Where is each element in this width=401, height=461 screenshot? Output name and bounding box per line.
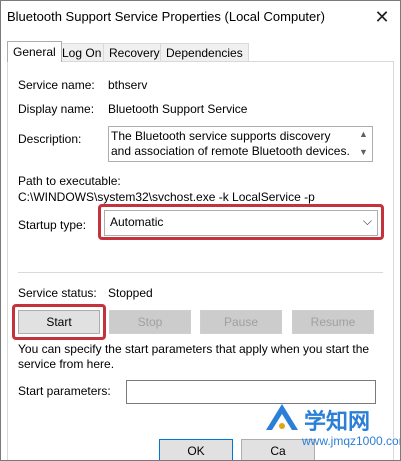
- start-params-label: Start parameters:: [18, 384, 111, 398]
- service-name-value: bthserv: [108, 78, 148, 92]
- startup-type-label: Startup type:: [18, 218, 87, 232]
- tab-general[interactable]: General: [7, 41, 62, 62]
- pause-button[interactable]: Pause: [200, 310, 282, 334]
- display-name-label: Display name:: [18, 102, 95, 116]
- path-label: Path to executable:: [18, 174, 121, 188]
- tab-log-on[interactable]: Log On: [56, 43, 108, 62]
- window-title: Bluetooth Support Service Properties (Lo…: [7, 9, 325, 24]
- service-status-value: Stopped: [108, 286, 153, 300]
- path-value: C:\WINDOWS\system32\svchost.exe -k Local…: [18, 190, 315, 204]
- stop-button[interactable]: Stop: [109, 310, 191, 334]
- startup-type-select[interactable]: Automatic ⌵: [104, 210, 378, 236]
- tab-dependencies[interactable]: Dependencies: [160, 43, 249, 62]
- title-bar: Bluetooth Support Service Properties (Lo…: [1, 1, 400, 33]
- start-button[interactable]: Start: [18, 310, 100, 334]
- watermark-logo-icon: [266, 404, 298, 430]
- ok-button[interactable]: OK: [159, 439, 233, 460]
- tab-recovery[interactable]: Recovery: [103, 43, 166, 62]
- display-name-value: Bluetooth Support Service: [108, 102, 248, 116]
- description-scrollbar[interactable]: ▲ ▼: [356, 127, 372, 161]
- properties-dialog: Bluetooth Support Service Properties (Lo…: [0, 0, 401, 461]
- resume-button[interactable]: Resume: [292, 310, 374, 334]
- service-name-label: Service name:: [18, 78, 95, 92]
- section-divider: [18, 272, 383, 273]
- close-icon[interactable]: ✕: [370, 5, 394, 29]
- watermark-url: www.jmqz1000.com: [302, 434, 401, 448]
- watermark-text: 学知网: [304, 409, 371, 434]
- description-box[interactable]: The Bluetooth service supports discovery…: [108, 126, 373, 162]
- service-status-label: Service status:: [18, 286, 97, 300]
- scroll-down-icon[interactable]: ▼: [359, 147, 368, 157]
- watermark: 学知网 www.jmqz1000.com: [262, 398, 400, 456]
- description-text: The Bluetooth service supports discovery…: [111, 129, 350, 161]
- startup-type-value: Automatic: [110, 215, 164, 229]
- chevron-down-icon: ⌵: [362, 214, 372, 228]
- start-params-hint: You can specify the start parameters tha…: [18, 342, 370, 371]
- description-label: Description:: [18, 132, 82, 146]
- scroll-up-icon[interactable]: ▲: [359, 129, 368, 139]
